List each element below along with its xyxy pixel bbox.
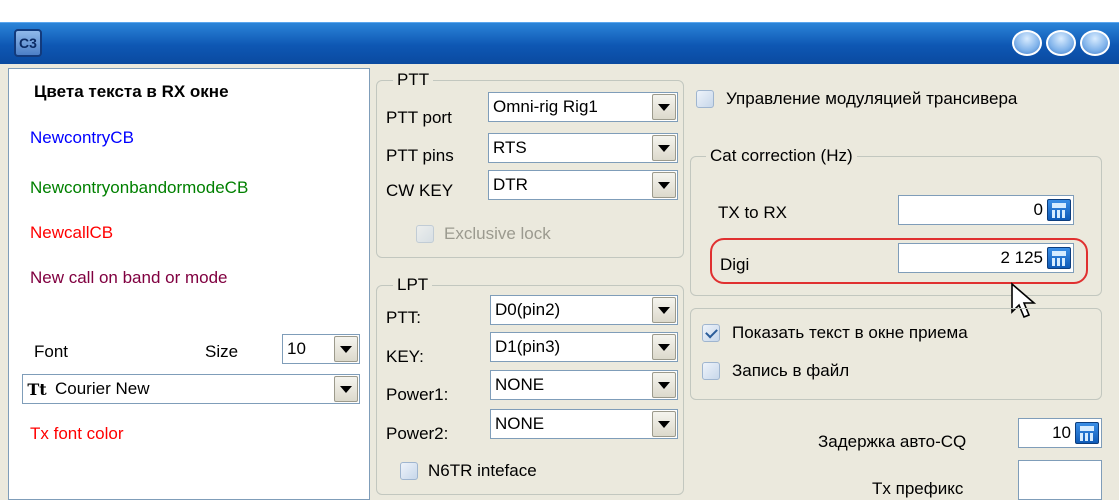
write-file-checkbox[interactable] [702,362,720,380]
power1-label: Power1: [386,385,449,404]
calculator-icon[interactable] [1047,247,1071,269]
lpt-key-select[interactable]: D1(pin3) [490,332,678,362]
calculator-icon[interactable] [1075,422,1099,444]
new-country-color[interactable]: NewcontryCB [30,127,134,149]
lpt-ptt-value: D0(pin2) [495,300,561,319]
font-select[interactable]: Tt Courier New [22,374,360,404]
lpt-ptt-select[interactable]: D0(pin2) [490,295,678,325]
power2-select[interactable]: NONE [490,409,678,439]
cw-key-select[interactable]: DTR [488,170,678,200]
power2-label: Power2: [386,424,449,443]
tx-to-rx-input[interactable]: 0 [898,195,1074,225]
power1-value: NONE [495,375,545,394]
n6tr-checkbox[interactable] [400,462,418,480]
auto-cq-label: Задержка авто-CQ [818,432,967,451]
size-label: Size [205,342,239,361]
show-text-checkbox[interactable] [702,324,720,342]
digi-input[interactable]: 2 125 [898,243,1074,273]
chevron-down-icon[interactable] [652,94,676,120]
rx-colors-heading: Цвета текста в RX окне [34,82,229,101]
chevron-down-icon[interactable] [652,372,676,398]
chevron-down-icon[interactable] [652,172,676,198]
show-text-label: Показать текст в окне приема [732,323,968,342]
cat-correction-legend: Cat correction (Hz) [706,146,857,166]
chevron-down-icon[interactable] [652,411,676,437]
ptt-port-label: PTT port [386,108,452,127]
lpt-key-value: D1(pin3) [495,337,561,356]
top-strip [0,0,1119,22]
auto-cq-input[interactable]: 10 [1018,418,1102,448]
exclusive-lock-label: Exclusive lock [444,224,551,243]
font-label: Font [34,342,69,361]
maximize-button[interactable] [1046,30,1076,56]
modulation-label: Управление модуляцией трансивера [726,89,1018,108]
cw-key-label: CW KEY [386,181,454,200]
chevron-down-icon[interactable] [334,336,358,362]
minimize-button[interactable] [1012,30,1042,56]
chevron-down-icon[interactable] [652,297,676,323]
power1-select[interactable]: NONE [490,370,678,400]
font-value: Courier New [55,379,150,398]
app-icon[interactable]: C3 [14,29,42,57]
tx-font-color[interactable]: Tx font color [30,423,124,445]
n6tr-label: N6TR inteface [428,461,537,480]
power2-value: NONE [495,414,545,433]
tx-prefix-input[interactable] [1018,460,1102,500]
cw-key-value: DTR [493,175,528,194]
ptt-pins-select[interactable]: RTS [488,133,678,163]
title-bar [0,22,1119,64]
truetype-icon: Tt [27,379,47,399]
ptt-port-value: Omni-rig Rig1 [493,97,598,116]
close-button[interactable] [1080,30,1110,56]
calculator-icon[interactable] [1047,199,1071,221]
write-file-label: Запись в файл [732,361,850,380]
chevron-down-icon[interactable] [652,135,676,161]
modulation-checkbox[interactable] [696,90,714,108]
auto-cq-value: 10 [1052,423,1071,442]
tx-to-rx-label: TX to RX [718,203,787,222]
font-size-select[interactable]: 10 [282,334,360,364]
ptt-legend: PTT [393,70,434,90]
digi-label: Digi [720,255,750,274]
font-size-value: 10 [287,339,306,358]
ptt-pins-value: RTS [493,138,527,157]
digi-value: 2 125 [1000,248,1043,267]
new-country-band-mode-color[interactable]: NewcontryonbandormodeCB [30,177,248,199]
chevron-down-icon[interactable] [652,334,676,360]
new-call-color[interactable]: NewcallCB [30,222,113,244]
lpt-ptt-label: PTT: [386,308,421,327]
new-call-band-mode-color[interactable]: New call on band or mode [30,267,228,289]
chevron-down-icon[interactable] [334,376,358,402]
tx-to-rx-value: 0 [1033,200,1043,219]
exclusive-lock-checkbox[interactable] [416,225,434,243]
lpt-key-label: KEY: [386,347,424,366]
tx-prefix-label: Tx префикс [872,479,964,498]
ptt-port-select[interactable]: Omni-rig Rig1 [488,92,678,122]
lpt-legend: LPT [393,275,433,295]
ptt-pins-label: PTT pins [386,146,454,165]
